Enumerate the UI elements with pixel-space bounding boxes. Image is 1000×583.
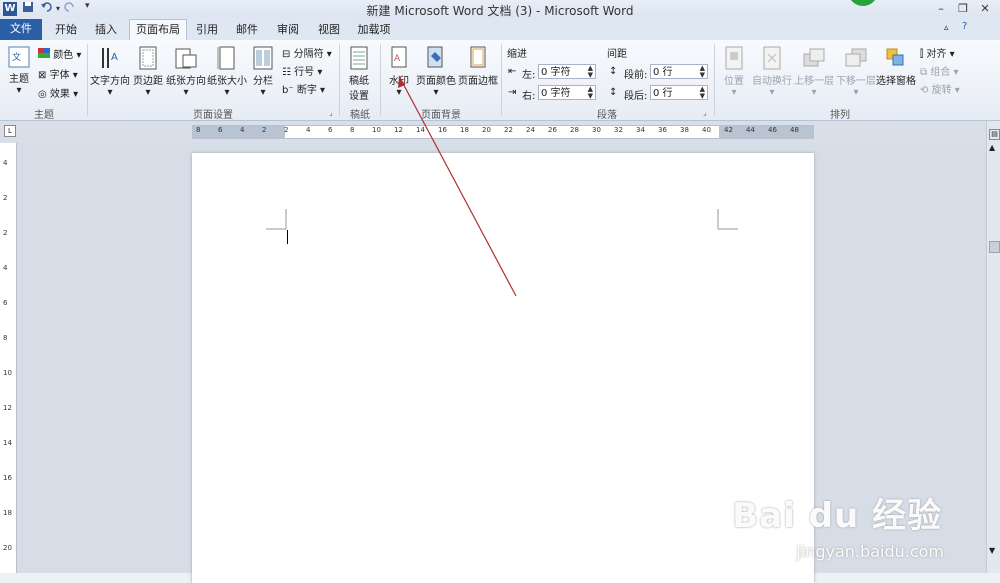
baidu-watermark: Bai du 经验 — [732, 496, 942, 536]
baidu-watermark-url: jingyan.baidu.com — [796, 542, 944, 561]
